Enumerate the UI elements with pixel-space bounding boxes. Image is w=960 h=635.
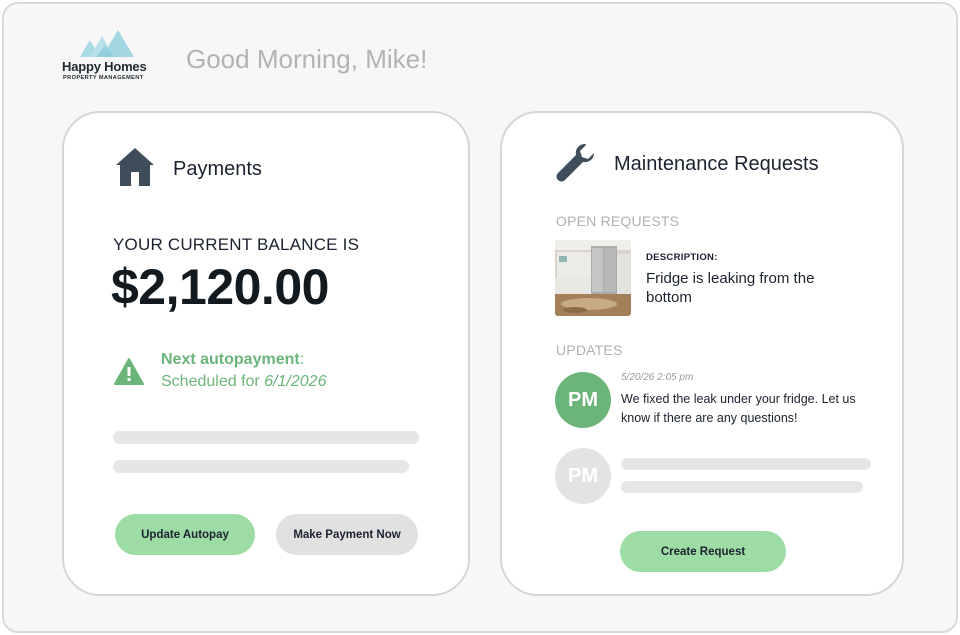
logo: Happy Homes PROPERTY MANAGEMENT [60,28,156,84]
payments-title: Payments [173,158,262,180]
payments-card: Payments YOUR CURRENT BALANCE IS $2,120.… [62,111,470,596]
avatar: PM [555,372,611,428]
updates-label: UPDATES [556,342,623,358]
logo-name: Happy Homes [62,59,147,74]
create-request-button[interactable]: Create Request [620,531,786,572]
open-requests-label: OPEN REQUESTS [556,213,680,229]
make-payment-button[interactable]: Make Payment Now [276,514,418,555]
autopay-heading: Next autopayment: [161,351,304,369]
autopay-label: Next autopayment [161,351,300,368]
placeholder-line [621,458,871,470]
mountains-logo-icon [80,30,134,57]
app-frame: Happy Homes PROPERTY MANAGEMENT Good Mor… [2,2,958,633]
update-timestamp: 5/20/26 2:05 pm [621,372,694,383]
placeholder-line [621,481,863,493]
warning-icon [114,358,144,385]
placeholder-line [113,460,409,473]
kitchen-photo-image [555,240,631,316]
house-icon [116,148,154,186]
avatar-placeholder: PM [555,448,611,504]
description-label: DESCRIPTION: [646,252,718,263]
balance-label: YOUR CURRENT BALANCE IS [113,235,360,254]
autopay-scheduled-prefix: Scheduled for [161,373,265,390]
request-description: Fridge is leaking from the bottom [646,270,815,306]
update-message: We fixed the leak under your fridge. Let… [621,392,856,425]
greeting: Good Morning, Mike! [186,44,428,74]
autopay-colon: : [299,351,305,368]
maintenance-card: Maintenance Requests OPEN REQUESTS DESCR… [500,111,904,596]
autopay-schedule: Scheduled for 6/1/2026 [161,373,326,391]
wrench-icon [556,144,594,182]
maintenance-title: Maintenance Requests [614,153,819,175]
request-photo[interactable] [555,240,631,316]
balance-amount: $2,120.00 [111,259,329,315]
update-autopay-button[interactable]: Update Autopay [115,514,255,555]
placeholder-line [113,431,419,444]
autopay-date: 6/1/2026 [264,373,327,390]
logo-subtitle: PROPERTY MANAGEMENT [63,75,144,81]
